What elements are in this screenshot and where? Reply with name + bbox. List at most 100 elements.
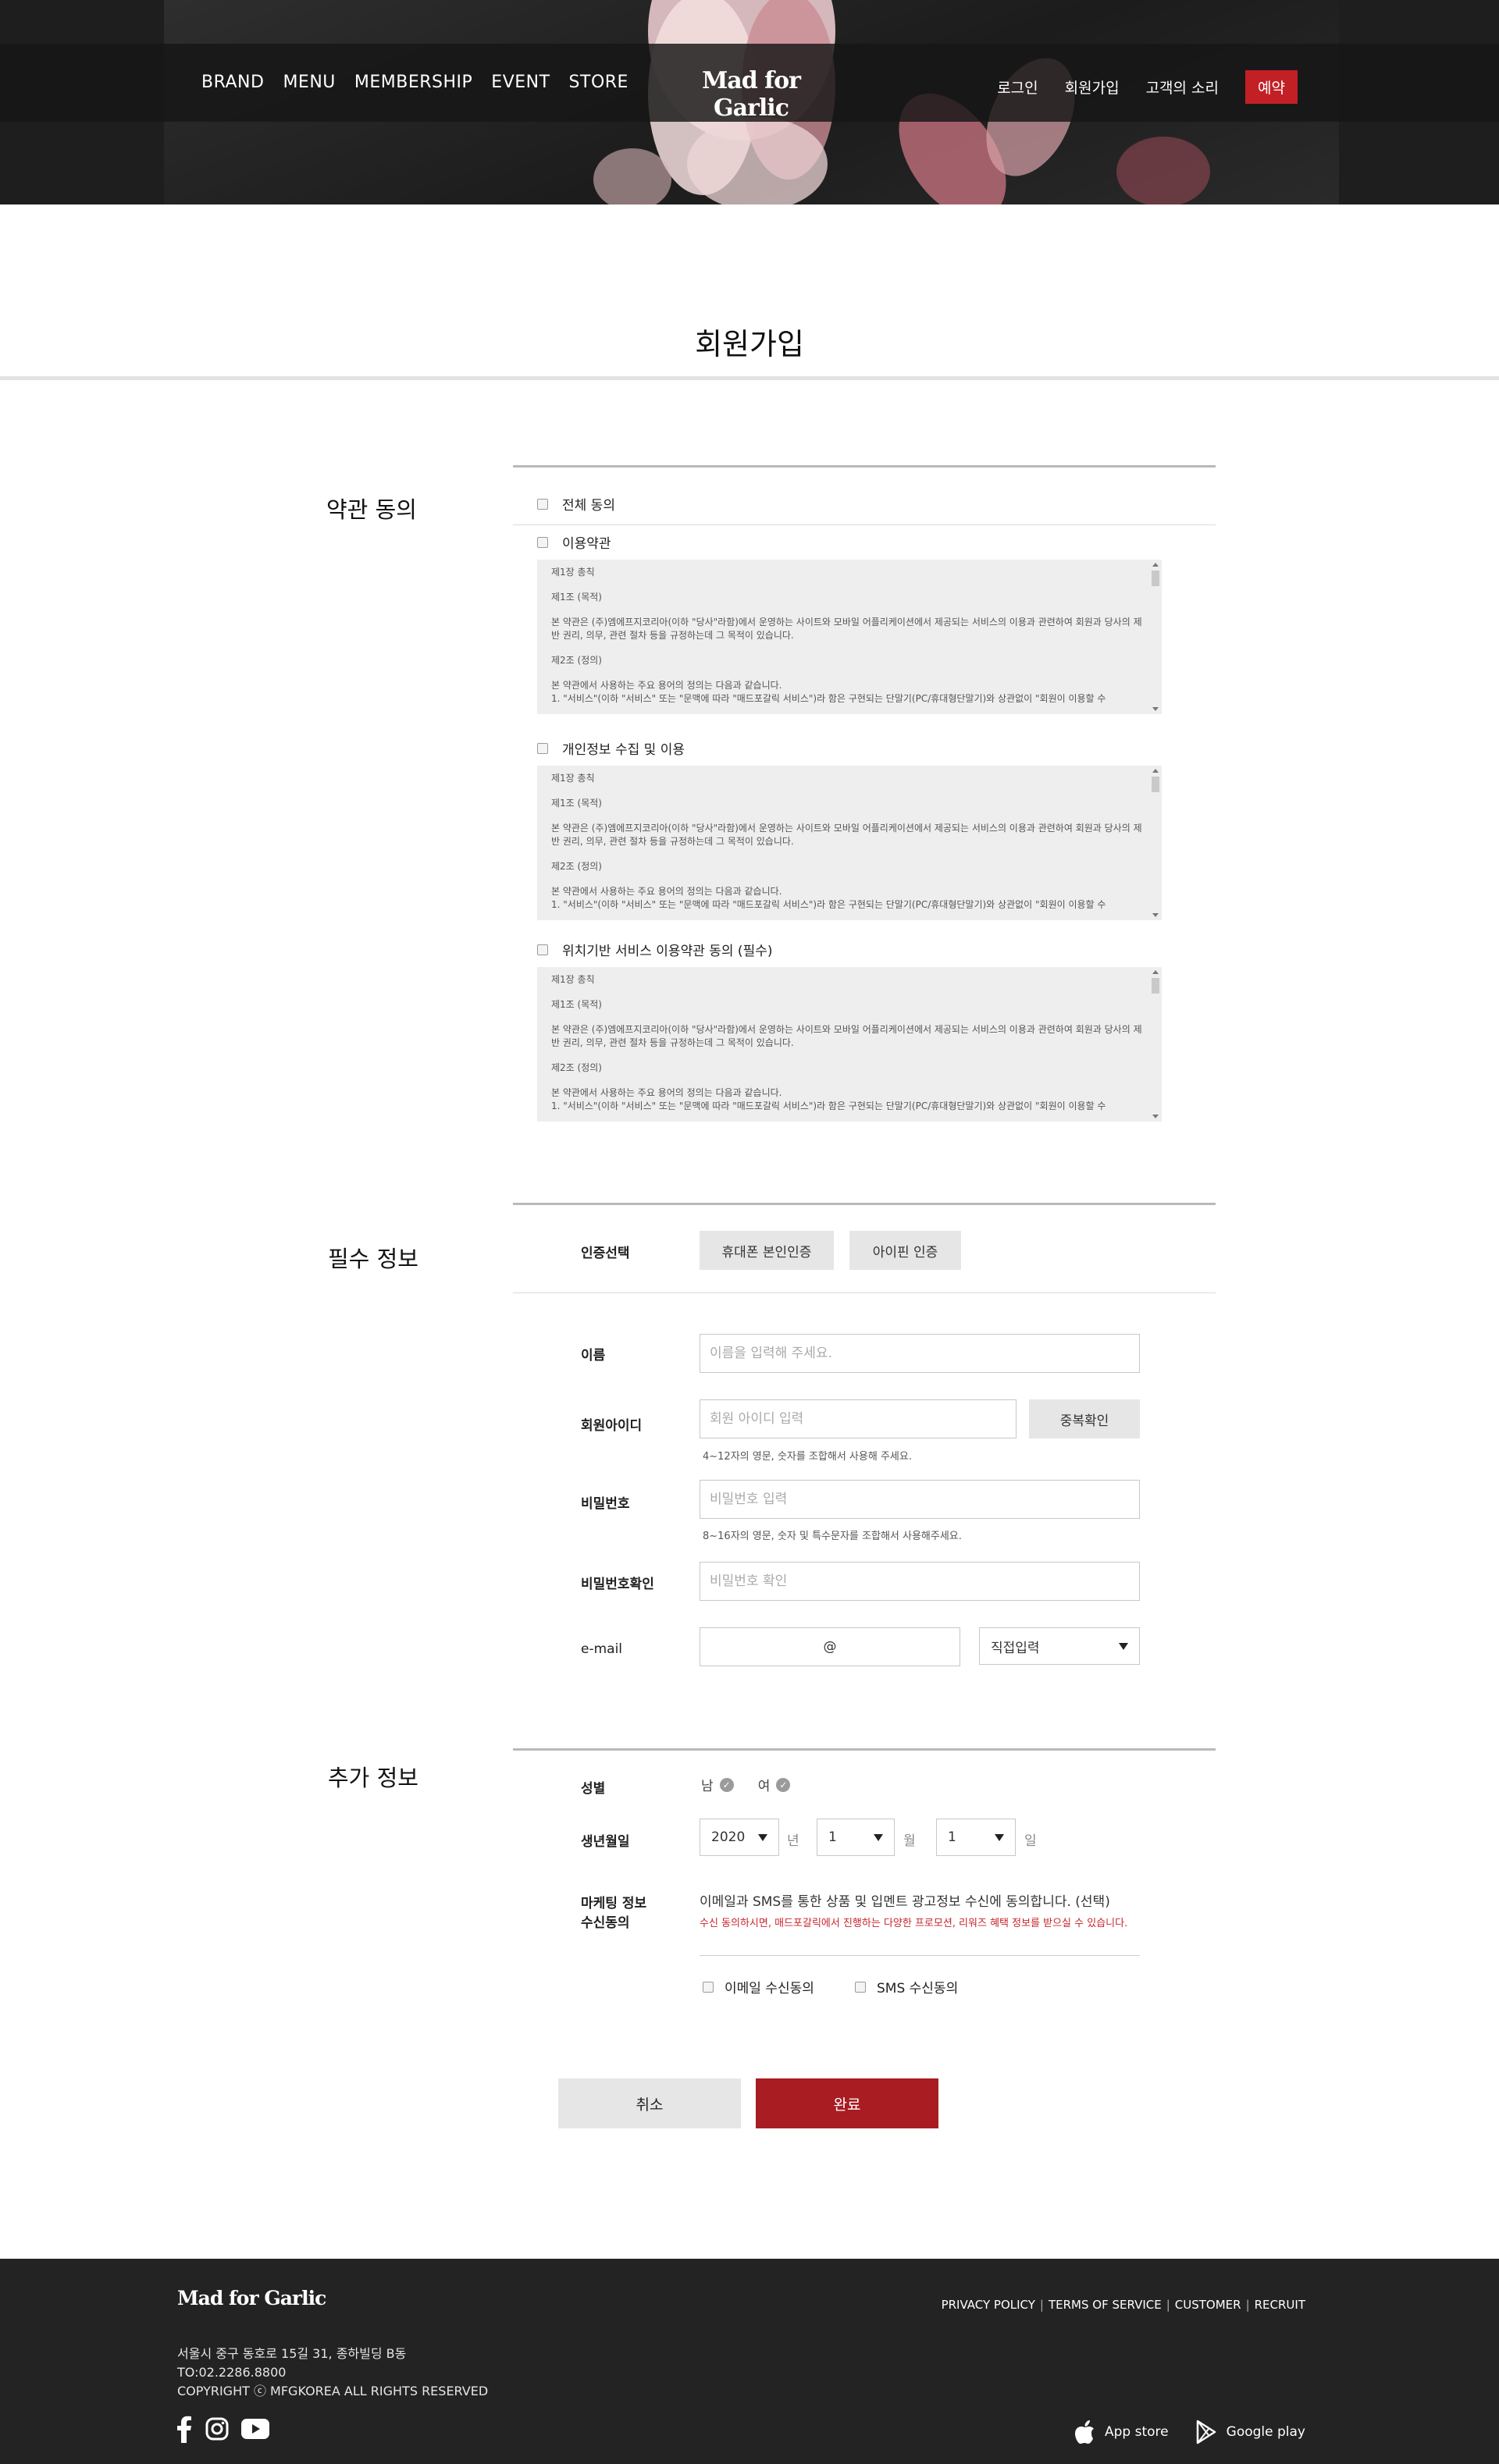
email-consent-checkbox[interactable]: 이메일 수신동의 (703, 1977, 814, 1996)
required-section-divider (513, 1203, 1216, 1205)
terms-line: 제1조 (목적) (551, 592, 602, 603)
terms-line: 본 약관은 (주)엠에프지코리아(이하 "당사"라함)에서 운영하는 사이트와 … (551, 617, 1142, 641)
password-input[interactable] (700, 1480, 1140, 1519)
link-separator: | (1166, 2298, 1170, 2312)
password-confirm-input[interactable] (700, 1562, 1140, 1601)
ipin-auth-button[interactable]: 아이핀 인증 (849, 1231, 961, 1270)
customer-voice-link[interactable]: 고객의 소리 (1146, 76, 1219, 98)
signup-link[interactable]: 회원가입 (1065, 76, 1120, 98)
chevron-down-icon (874, 1833, 883, 1841)
link-separator: | (1245, 2298, 1250, 2312)
scroll-up-icon[interactable] (1152, 563, 1159, 567)
checkbox-box[interactable] (537, 498, 548, 510)
terms-of-use-checkbox[interactable]: 이용약관 (537, 532, 611, 552)
birth-label: 생년월일 (581, 1834, 630, 1850)
birth-month-value: 1 (828, 1829, 837, 1845)
facebook-icon[interactable] (176, 2415, 193, 2443)
scrollbar[interactable] (1151, 560, 1160, 714)
chevron-down-icon (995, 1833, 1004, 1841)
privacy-label: 개인정보 수집 및 이용 (562, 742, 685, 758)
terms-line: 본 약관은 (주)엠에프지코리아(이하 "당사"라함)에서 운영하는 사이트와 … (551, 1024, 1142, 1048)
checkbox-box[interactable] (537, 944, 548, 955)
user-nav: 로그인 회원가입 고객의 소리 예약 (997, 70, 1298, 104)
email-consent-label: 이메일 수신동의 (725, 1981, 814, 1996)
birth-day-select[interactable]: 1 (936, 1819, 1016, 1856)
brand-logo[interactable]: Mad for Garlic (673, 67, 829, 122)
nav-membership[interactable]: MEMBERSHIP (354, 73, 472, 92)
nav-store[interactable]: STORE (569, 73, 628, 92)
reserve-button[interactable]: 예약 (1245, 70, 1298, 104)
checkbox-box[interactable] (537, 742, 548, 754)
id-input[interactable] (700, 1399, 1017, 1438)
checkbox-box[interactable] (703, 1981, 714, 1993)
email-domain-select[interactable]: 직접입력 (979, 1627, 1140, 1665)
terms-line: 제2조 (정의) (551, 861, 602, 872)
gender-female-radio[interactable]: 여 ✓ (758, 1775, 791, 1794)
phone-auth-button[interactable]: 휴대폰 본인인증 (700, 1231, 834, 1270)
checkbox-box[interactable] (537, 536, 548, 548)
sms-consent-checkbox[interactable]: SMS 수신동의 (855, 1977, 958, 1996)
email-at-sign: @ (823, 1639, 837, 1655)
id-check-button[interactable]: 중복확인 (1029, 1399, 1140, 1438)
privacy-policy-link[interactable]: PRIVACY POLICY (942, 2298, 1035, 2312)
footer-logo[interactable]: Mad for Garlic (177, 2287, 326, 2309)
nav-menu[interactable]: MENU (283, 73, 335, 92)
nav-event[interactable]: EVENT (491, 73, 550, 92)
scrollbar[interactable] (1151, 766, 1160, 920)
checkbox-box[interactable] (855, 1981, 866, 1993)
id-label: 회원아이디 (581, 1418, 643, 1434)
terms-section-title: 약관 동의 (326, 496, 417, 523)
agree-all-divider (513, 524, 1216, 525)
terms-of-service-link[interactable]: TERMS OF SERVICE (1049, 2298, 1162, 2312)
scroll-up-icon[interactable] (1152, 970, 1159, 974)
cancel-button[interactable]: 취소 (558, 2078, 741, 2128)
location-terms-checkbox[interactable]: 위치기반 서비스 이용약관 동의 (필수) (537, 940, 772, 959)
name-label: 이름 (581, 1348, 606, 1364)
youtube-icon[interactable] (241, 2419, 269, 2439)
terms-line: 1. "서비스"(이하 "서비스" 또는 "문맥에 따라 "매드포갈릭 서비스"… (551, 1100, 1106, 1111)
customer-link[interactable]: CUSTOMER (1175, 2298, 1241, 2312)
nav-brand[interactable]: BRAND (201, 73, 264, 92)
recruit-link[interactable]: RECRUIT (1255, 2298, 1305, 2312)
terms-line: 1. "서비스"(이하 "서비스" 또는 "문맥에 따라 "매드포갈릭 서비스"… (551, 693, 1106, 704)
terms-line: 제2조 (정의) (551, 1062, 602, 1073)
terms-line: 제1조 (목적) (551, 999, 602, 1010)
terms-of-use-text[interactable]: 제1장 총칙 제1조 (목적) 본 약관은 (주)엠에프지코리아(이하 "당사"… (537, 560, 1162, 714)
gender-male-radio[interactable]: 남 ✓ (701, 1775, 734, 1794)
instagram-icon[interactable] (205, 2417, 229, 2441)
marketing-text: 이메일과 SMS를 통한 상품 및 입멘트 광고정보 수신에 동의합니다. (선… (700, 1894, 1110, 1910)
app-store-link[interactable]: App store (1074, 2420, 1169, 2444)
id-help-text: 4~12자의 영문, 숫자를 조합해서 사용해 주세요. (703, 1451, 912, 1463)
scroll-down-icon[interactable] (1152, 707, 1159, 711)
scroll-thumb[interactable] (1152, 571, 1159, 586)
submit-button[interactable]: 완료 (756, 2078, 938, 2128)
google-play-link[interactable]: Google play (1195, 2420, 1305, 2444)
birth-month-select[interactable]: 1 (817, 1819, 895, 1856)
privacy-checkbox[interactable]: 개인정보 수집 및 이용 (537, 738, 685, 758)
footer-copyright: COPYRIGHT ⓒ MFGKOREA ALL RIGHTS RESERVED (177, 2384, 489, 2398)
chevron-down-icon (1119, 1642, 1128, 1650)
scroll-down-icon[interactable] (1152, 913, 1159, 917)
google-play-label: Google play (1226, 2424, 1305, 2440)
gender-label: 성별 (581, 1781, 606, 1797)
login-link[interactable]: 로그인 (997, 76, 1038, 98)
scroll-thumb[interactable] (1152, 978, 1159, 994)
scroll-thumb[interactable] (1152, 777, 1159, 792)
check-icon: ✓ (719, 1777, 734, 1792)
month-suffix: 월 (903, 1833, 916, 1849)
email-input[interactable]: @ (700, 1627, 960, 1666)
gender-group: 남 ✓ 여 ✓ (701, 1775, 810, 1794)
location-terms-text[interactable]: 제1장 총칙 제1조 (목적) 본 약관은 (주)엠에프지코리아(이하 "당사"… (537, 967, 1162, 1122)
agree-all-checkbox[interactable]: 전체 동의 (537, 494, 615, 514)
birth-year-select[interactable]: 2020 (700, 1819, 779, 1856)
terms-line: 제1장 총칙 (551, 567, 595, 578)
scroll-up-icon[interactable] (1152, 769, 1159, 773)
marketing-label-line1: 마케팅 정보 (581, 1896, 647, 1911)
privacy-text[interactable]: 제1장 총칙 제1조 (목적) 본 약관은 (주)엠에프지코리아(이하 "당사"… (537, 766, 1162, 920)
scrollbar[interactable] (1151, 967, 1160, 1122)
birth-year-value: 2020 (711, 1829, 746, 1845)
footer-address-block: 서울시 중구 동호로 15길 31, 종하빌딩 B동 TO:02.2286.88… (177, 2345, 488, 2401)
name-input[interactable] (700, 1334, 1140, 1373)
link-separator: | (1039, 2298, 1044, 2312)
scroll-down-icon[interactable] (1152, 1115, 1159, 1118)
